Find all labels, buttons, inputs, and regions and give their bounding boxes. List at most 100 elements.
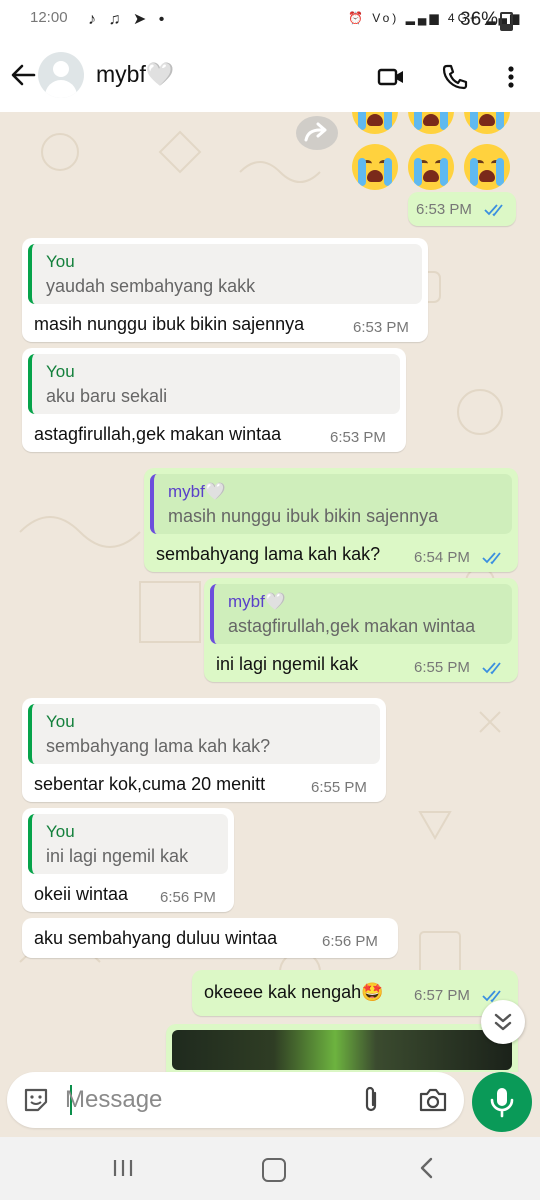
contact-name[interactable]: mybf🤍 xyxy=(96,61,174,88)
mic-button[interactable] xyxy=(472,1072,532,1132)
quoted-message[interactable]: mybf🤍 masih nunggu ibuk bikin sajennya xyxy=(150,474,512,534)
image-thumbnail[interactable] xyxy=(172,1030,512,1070)
message-time: 6:56 PM xyxy=(160,889,216,906)
message-bubble-incoming[interactable]: You yaudah sembahyang kakk masih nunggu … xyxy=(22,238,428,342)
message-time: 6:56 PM xyxy=(322,933,378,950)
message-time: 6:53 PM xyxy=(353,319,409,336)
message-text: aku sembahyang duluu wintaa xyxy=(34,928,278,948)
quoted-message[interactable]: You yaudah sembahyang kakk xyxy=(28,244,422,304)
quote-sender: You xyxy=(46,362,75,381)
chat-area[interactable]: 6:53 PM You yaudah sembahyang kakk masih… xyxy=(0,112,540,1072)
quote-text: yaudah sembahyang kakk xyxy=(46,276,256,296)
message-text: masih nunggu ibuk bikin sajennya xyxy=(34,314,305,334)
emoji-tear xyxy=(384,158,392,186)
message-bubble-incoming[interactable]: aku sembahyang duluu wintaa 6:56 PM xyxy=(22,918,398,958)
emoji-mouth xyxy=(423,114,439,126)
voice-call-icon[interactable] xyxy=(440,62,470,92)
avatar[interactable] xyxy=(38,52,84,98)
quote-sender: You xyxy=(46,252,75,271)
quote-sender: mybf🤍 xyxy=(228,592,287,611)
emoji-mouth xyxy=(367,170,383,182)
home-icon[interactable] xyxy=(262,1158,286,1182)
status-bar: 12:00 ♪ ♫ ➤ • ⏰ Vo) ▂▄▆ 4G+ ▂▄▆ 36% xyxy=(0,0,540,40)
message-placeholder[interactable]: Message xyxy=(65,1086,162,1114)
forward-icon[interactable] xyxy=(296,116,338,150)
mic-icon xyxy=(490,1088,514,1118)
message-text: okeii wintaa xyxy=(34,884,129,904)
chat-header: mybf🤍 xyxy=(0,40,540,112)
message-time: 6:55 PM xyxy=(414,659,470,676)
emoji-tear xyxy=(358,112,366,130)
recent-apps-icon[interactable] xyxy=(112,1159,134,1177)
crying-emoji xyxy=(464,144,510,190)
message-time: 6:53 PM xyxy=(330,429,386,446)
battery-icon xyxy=(500,12,513,31)
message-time: 6:54 PM xyxy=(414,549,470,566)
system-nav-bar xyxy=(0,1137,540,1200)
message-time: 6:53 PM xyxy=(416,201,472,218)
emoji-tear xyxy=(496,112,504,130)
read-ticks-icon xyxy=(482,662,501,675)
status-time: 12:00 xyxy=(30,9,68,26)
back-arrow-icon[interactable] xyxy=(8,60,38,90)
message-bubble-incoming[interactable]: You ini lagi ngemil kak okeii wintaa 6:5… xyxy=(22,808,234,912)
emoji-mouth xyxy=(367,114,383,126)
video-call-icon[interactable] xyxy=(376,62,406,92)
emoji-tear xyxy=(440,112,448,130)
message-bubble-outgoing[interactable]: okeeee kak nengah🤩 6:57 PM xyxy=(192,970,518,1016)
message-field[interactable]: Message xyxy=(7,1072,464,1128)
message-text: astagfirullah,gek makan wintaa xyxy=(34,424,282,444)
quoted-message[interactable]: You sembahyang lama kah kak? xyxy=(28,704,380,764)
quote-text: ini lagi ngemil kak xyxy=(46,846,189,866)
battery-percent: 36% xyxy=(460,9,499,30)
sticker-icon[interactable] xyxy=(21,1085,51,1115)
nav-back-icon[interactable] xyxy=(416,1157,438,1179)
quote-text: masih nunggu ibuk bikin sajennya xyxy=(168,506,439,526)
emoji-tear xyxy=(384,112,392,130)
emoji-tear xyxy=(440,158,448,186)
emoji-mouth xyxy=(479,170,495,182)
emoji-mouth xyxy=(479,114,495,126)
quote-sender: mybf🤍 xyxy=(168,482,227,501)
double-chevron-down-icon xyxy=(494,1013,512,1031)
avatar-body xyxy=(45,80,77,98)
emoji-tear xyxy=(496,158,504,186)
message-text: sebentar kok,cuma 20 menitt xyxy=(34,774,266,794)
quote-sender: You xyxy=(46,822,75,841)
message-text: sembahyang lama kah kak? xyxy=(156,544,381,564)
more-options-icon[interactable] xyxy=(496,62,526,92)
camera-icon[interactable] xyxy=(417,1085,449,1115)
battery-fill xyxy=(502,23,511,29)
emoji-mouth xyxy=(423,170,439,182)
crying-emoji xyxy=(352,144,398,190)
message-bubble-incoming[interactable]: You aku baru sekali astagfirullah,gek ma… xyxy=(22,348,406,452)
message-bubble-outgoing[interactable]: mybf🤍 masih nunggu ibuk bikin sajennya s… xyxy=(144,468,518,572)
read-ticks-icon xyxy=(482,552,501,565)
message-input-bar: Message xyxy=(0,1072,540,1137)
crying-emoji xyxy=(408,144,454,190)
emoji-message-bubble[interactable]: 6:53 PM xyxy=(408,192,516,226)
message-bubble-incoming[interactable]: You sembahyang lama kah kak? sebentar ko… xyxy=(22,698,386,802)
emoji-tear xyxy=(358,158,366,186)
quote-text: sembahyang lama kah kak? xyxy=(46,736,271,756)
quote-text: aku baru sekali xyxy=(46,386,168,406)
notification-icons: ♪ ♫ ➤ • xyxy=(88,11,169,28)
quote-text: astagfirullah,gek makan wintaa xyxy=(228,616,476,636)
avatar-head xyxy=(53,61,69,77)
emoji-tear xyxy=(470,158,478,186)
emoji-tear xyxy=(470,112,478,130)
quoted-message[interactable]: You aku baru sekali xyxy=(28,354,400,414)
message-text: ini lagi ngemil kak xyxy=(216,654,359,674)
emoji-tear xyxy=(414,158,422,186)
message-time: 6:57 PM xyxy=(414,987,470,1004)
message-bubble-outgoing[interactable]: mybf🤍 astagfirullah,gek makan wintaa ini… xyxy=(204,578,518,682)
attach-icon[interactable] xyxy=(357,1085,387,1115)
quote-sender: You xyxy=(46,712,75,731)
quoted-message[interactable]: You ini lagi ngemil kak xyxy=(28,814,228,874)
read-ticks-icon xyxy=(484,204,503,217)
emoji-tear xyxy=(414,112,422,130)
message-time: 6:55 PM xyxy=(311,779,367,796)
scroll-to-bottom-button[interactable] xyxy=(481,1000,525,1044)
message-text: okeeee kak nengah🤩 xyxy=(204,982,384,1002)
quoted-message[interactable]: mybf🤍 astagfirullah,gek makan wintaa xyxy=(210,584,512,644)
